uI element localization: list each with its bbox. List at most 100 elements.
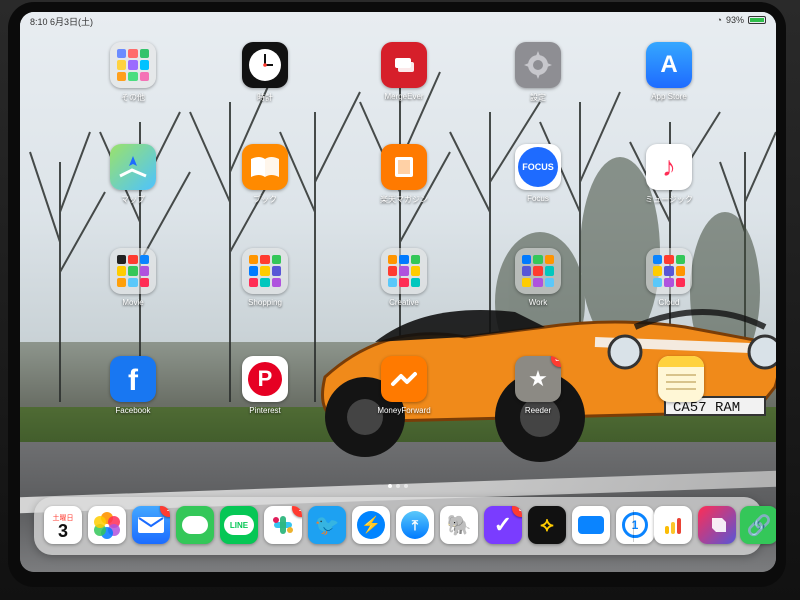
folder-icon: [242, 248, 288, 294]
folder-preview: [117, 255, 149, 287]
app-focus[interactable]: FOCUS Focus: [493, 144, 583, 203]
home-screen: CA57 RAM 8:10 6月3日(土) ◔ 93% その他 時計 Merge…: [20, 12, 776, 572]
app-maps[interactable]: マップ: [88, 144, 178, 205]
page-indicator[interactable]: [20, 484, 776, 488]
tweetbot-icon: 🐦: [308, 506, 346, 544]
folder-work[interactable]: Work: [493, 248, 583, 307]
folder-icon: [381, 248, 427, 294]
app-reeder[interactable]: ★ 38 Reeder: [493, 356, 583, 415]
app-notes[interactable]: [636, 356, 726, 406]
page-dot: [388, 484, 392, 488]
folder-creative[interactable]: Creative: [359, 248, 449, 307]
app-label: ブック: [253, 195, 277, 204]
folder-cloud[interactable]: Cloud: [624, 248, 714, 307]
dock-messenger[interactable]: ⚡: [352, 506, 392, 546]
app-label: Pinterest: [249, 406, 281, 415]
maps-icon: [110, 144, 156, 190]
battery-percent: 93%: [725, 15, 744, 25]
messenger-icon: ⚡: [352, 506, 390, 544]
dock-tes[interactable]: ⟡: [528, 506, 568, 546]
app-moneyforward[interactable]: MoneyForward: [359, 356, 449, 415]
dock-evernote[interactable]: 🐘: [440, 506, 480, 546]
app-appstore[interactable]: A App Store: [624, 42, 714, 101]
reeder-icon: ★ 38: [515, 356, 561, 402]
link-icon: 🔗: [740, 506, 776, 544]
ipad-frame: CA57 RAM 8:10 6月3日(土) ◔ 93% その他 時計 Merge…: [0, 0, 800, 600]
status-right: ◔ 93%: [717, 15, 766, 25]
folder-movie[interactable]: Movie: [88, 248, 178, 307]
wifi-icon: ◔: [716, 15, 722, 25]
line-text: LINE: [229, 520, 249, 530]
app-label: ミュージック: [645, 195, 693, 204]
app-clock[interactable]: 時計: [220, 42, 310, 103]
app-folder-other[interactable]: その他: [88, 42, 178, 103]
mail-icon: 1: [132, 506, 170, 544]
shortcuts-icon: [698, 506, 736, 544]
app-label: Creative: [389, 298, 419, 307]
folder-preview: [653, 255, 685, 287]
dock-line[interactable]: LINE: [220, 506, 260, 546]
app-label: マップ: [121, 195, 145, 204]
folder-icon: [110, 42, 156, 88]
folder-shopping[interactable]: Shopping: [220, 248, 310, 307]
app-settings[interactable]: 設定: [493, 42, 583, 103]
mergeever-icon: [381, 42, 427, 88]
dock-safari[interactable]: ⤒: [396, 506, 436, 546]
app-facebook[interactable]: f Facebook: [88, 356, 178, 415]
slack-icon: 1: [264, 506, 302, 544]
app-books[interactable]: ブック: [220, 144, 310, 205]
pinterest-icon: P: [242, 356, 288, 402]
rakuten-magazine-icon: [381, 144, 427, 190]
folder-icon: [110, 248, 156, 294]
app-label: Work: [528, 298, 548, 307]
dock-omnifocus[interactable]: ✓ 3: [484, 506, 524, 546]
dock-1password[interactable]: 1: [616, 506, 656, 546]
dock-messages[interactable]: [176, 506, 216, 546]
app-label: App Store: [651, 92, 687, 101]
calendar-icon: 土曜日 3: [44, 506, 82, 544]
folder-preview: [117, 49, 149, 81]
notification-badge: 3: [512, 506, 522, 517]
evernote-icon: 🐘: [440, 506, 478, 544]
app-label: Shopping: [248, 298, 282, 307]
folder-icon: [515, 248, 561, 294]
folder-preview: [522, 255, 554, 287]
dock-link[interactable]: 🔗: [740, 506, 776, 546]
dock-tweetbot[interactable]: 🐦: [308, 506, 348, 546]
notification-badge: 38: [550, 356, 561, 367]
app-label: Cloud: [658, 298, 680, 307]
app-label: Facebook: [115, 406, 151, 415]
page-dot: [404, 484, 408, 488]
dock-slack[interactable]: 1: [264, 506, 304, 546]
app-label: Movie: [122, 298, 144, 307]
app-label: その他: [121, 93, 145, 102]
analytics-icon: [654, 506, 692, 544]
status-date: 6月3日(土): [50, 17, 94, 27]
dock-photos[interactable]: [88, 506, 128, 546]
photos-icon: [88, 506, 126, 544]
dock-calendar[interactable]: 土曜日 3: [44, 506, 84, 546]
app-label: MoneyForward: [377, 406, 431, 415]
app-label: 楽天マガジン: [380, 195, 428, 204]
app-label: MergeEver: [384, 92, 424, 101]
app-pinterest[interactable]: P Pinterest: [220, 356, 310, 415]
messages-icon: [176, 506, 214, 544]
dock-files[interactable]: [572, 506, 612, 546]
folder-preview: [249, 255, 281, 287]
butterfly-icon: ⟡: [528, 506, 566, 544]
clock-icon: [242, 42, 288, 88]
music-icon: ♪: [646, 144, 692, 190]
moneyforward-icon: [381, 356, 427, 402]
status-time-date: 8:10 6月3日(土): [30, 15, 93, 28]
dock-analytics[interactable]: [654, 506, 694, 546]
1password-icon: 1: [616, 506, 654, 544]
app-label: Focus: [527, 194, 549, 203]
app-music[interactable]: ♪ ミュージック: [624, 144, 714, 205]
line-icon: LINE: [220, 506, 258, 544]
app-rakuten-magazine[interactable]: 楽天マガジン: [359, 144, 449, 205]
dock-mail[interactable]: 1: [132, 506, 172, 546]
dock-shortcuts[interactable]: [698, 506, 738, 546]
page-dot: [396, 484, 400, 488]
safari-icon: ⤒: [396, 506, 434, 544]
app-mergeever[interactable]: MergeEver: [359, 42, 449, 101]
